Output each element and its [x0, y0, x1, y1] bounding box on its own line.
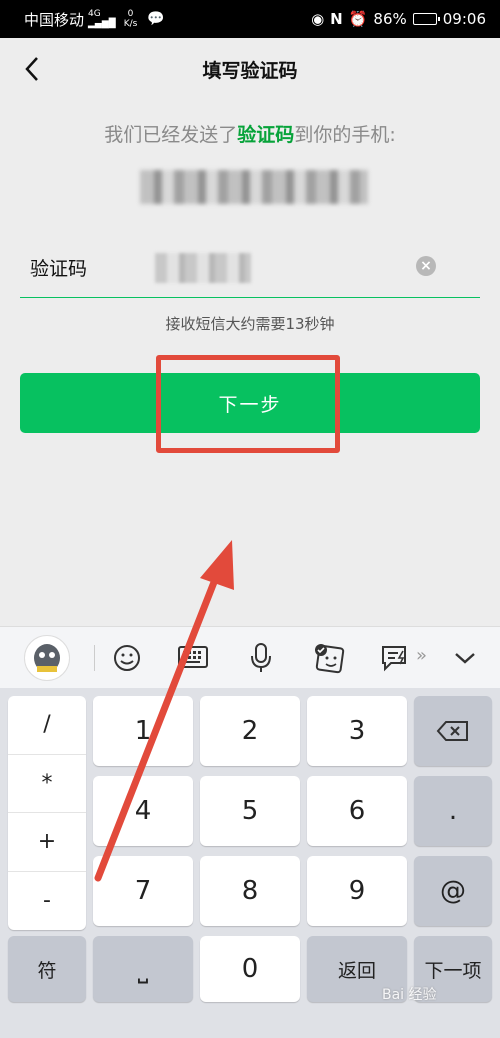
microphone-icon[interactable]: [240, 637, 282, 679]
nfc-icon: N: [330, 10, 343, 28]
clear-input-icon[interactable]: ×: [416, 256, 436, 276]
message-prefix: 我们已经发送了: [104, 124, 238, 146]
navigation-header: 填写验证码: [0, 38, 500, 100]
key-9[interactable]: 9: [307, 856, 407, 926]
watermark: Bai 经验: [382, 987, 437, 1003]
clock: 09:06: [442, 10, 486, 28]
symbols-key[interactable]: 符: [8, 936, 86, 1002]
page-title: 填写验证码: [202, 59, 298, 82]
key-7[interactable]: 7: [93, 856, 193, 926]
sms-wait-hint: 接收短信大约需要13秒钟: [165, 315, 335, 333]
sticker-icon[interactable]: [308, 637, 350, 679]
space-key[interactable]: ⎵: [93, 936, 193, 1002]
key-at[interactable]: @: [414, 856, 492, 926]
keyboard-avatar-icon[interactable]: [24, 635, 70, 681]
status-bar: 中国移动 4G ▂▄▆█ 0 K/s 💬 ◉ N ⏰ 86% 09:06: [0, 0, 500, 38]
keyboard-icon[interactable]: [172, 637, 214, 679]
verification-code-field[interactable]: 验证码 ×: [20, 238, 480, 298]
key-0[interactable]: 0: [200, 936, 300, 1002]
signal-indicator: 4G ▂▄▆█: [88, 9, 116, 29]
carrier-name: 中国移动: [24, 10, 85, 29]
verification-sent-message: 我们已经发送了验证码到你的手机:: [0, 120, 500, 147]
toolbar-divider: [94, 645, 95, 671]
key-3[interactable]: 3: [307, 696, 407, 766]
key-dot[interactable]: .: [414, 776, 492, 846]
more-tools-icon[interactable]: »: [416, 645, 427, 666]
symbol-column: / * + -: [8, 696, 86, 930]
code-input-redacted[interactable]: [155, 252, 251, 283]
message-highlight: 验证码: [237, 124, 295, 146]
key-4[interactable]: 4: [93, 776, 193, 846]
phone-number-redacted: [140, 170, 368, 204]
key-5[interactable]: 5: [200, 776, 300, 846]
collapse-keyboard-icon[interactable]: [444, 637, 486, 679]
back-arrow-icon[interactable]: [14, 51, 50, 87]
key-6[interactable]: 6: [307, 776, 407, 846]
key-asterisk[interactable]: *: [8, 755, 86, 813]
message-suffix: 到你的手机:: [294, 124, 396, 146]
code-label: 验证码: [30, 258, 88, 280]
network-speed: 0 K/s: [123, 9, 138, 29]
key-8[interactable]: 8: [200, 856, 300, 926]
key-1[interactable]: 1: [93, 696, 193, 766]
next-step-button[interactable]: 下一步: [20, 373, 480, 433]
key-slash[interactable]: /: [8, 696, 86, 755]
backspace-key[interactable]: [414, 696, 492, 766]
key-plus[interactable]: +: [8, 813, 86, 872]
battery-icon: [412, 13, 440, 25]
message-notification-icon: 💬: [147, 11, 165, 27]
backspace-icon: [436, 721, 468, 741]
key-minus[interactable]: -: [8, 872, 86, 931]
eye-icon: ◉: [311, 10, 325, 28]
emoji-icon[interactable]: [106, 637, 148, 679]
battery-percent: 86%: [373, 10, 407, 28]
keyboard-toolbar: »: [0, 626, 500, 688]
quick-reply-icon[interactable]: [374, 637, 416, 679]
key-2[interactable]: 2: [200, 696, 300, 766]
alarm-icon: ⏰: [348, 10, 368, 28]
